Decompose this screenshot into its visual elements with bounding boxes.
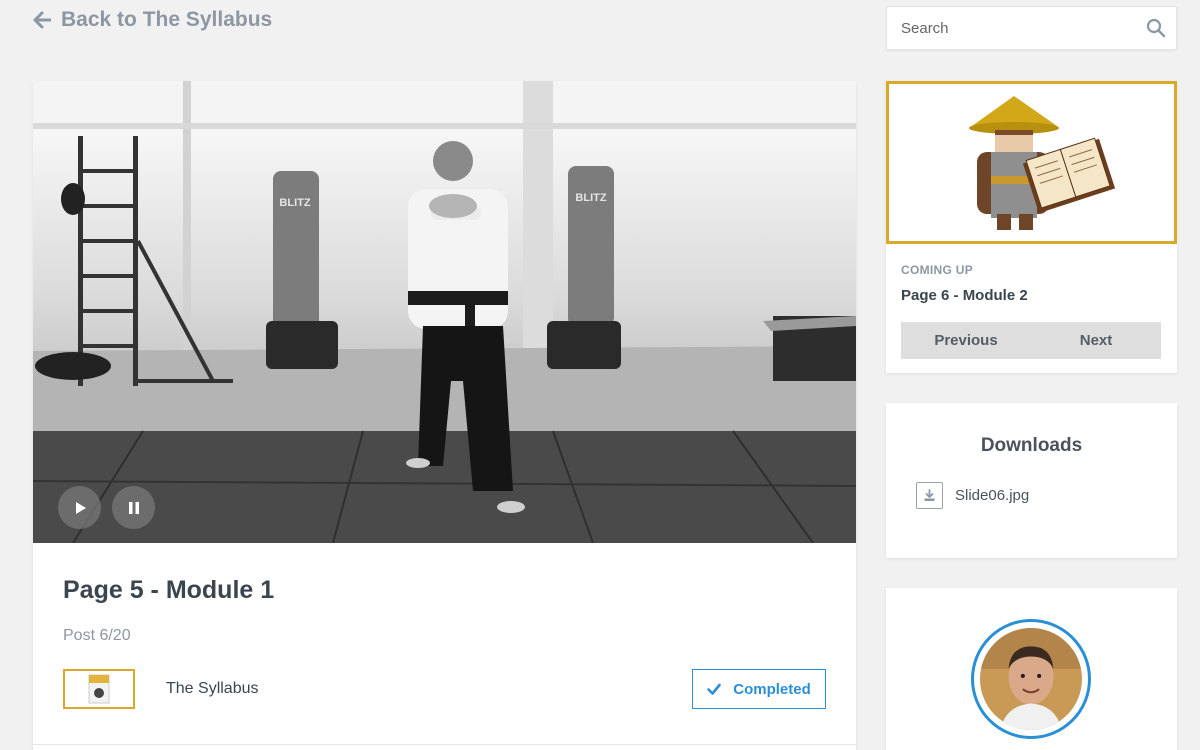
- author-card: [886, 588, 1177, 750]
- course-row: The Syllabus Completed: [63, 669, 826, 709]
- search-box: [886, 6, 1177, 50]
- bag-brand-left: BLITZ: [279, 197, 310, 209]
- completed-label: Completed: [733, 680, 811, 698]
- avatar-photo: [980, 628, 1082, 730]
- lesson-card: BLITZ BLITZ Page 5 - Module 1 Post 6/20 …: [33, 81, 856, 750]
- downloads-title: Downloads: [980, 435, 1083, 456]
- download-item[interactable]: Slide06.jpg: [916, 482, 1177, 509]
- back-link[interactable]: Back to The Syllabus: [33, 8, 272, 32]
- download-file-name: Slide06.jpg: [955, 487, 1030, 504]
- play-button[interactable]: [58, 486, 101, 529]
- search-icon[interactable]: [1146, 18, 1166, 38]
- video-player[interactable]: BLITZ BLITZ: [33, 81, 856, 543]
- page-title: Page 5 - Module 1: [63, 576, 275, 604]
- post-navigation: Previous Next: [901, 322, 1161, 359]
- post-info: Page 5 - Module 1 Post 6/20 The Syllabus…: [33, 576, 856, 709]
- next-button[interactable]: Next: [1031, 322, 1161, 359]
- course-thumbnail-image: [88, 674, 110, 704]
- arrow-left-icon: [33, 11, 51, 29]
- coming-up-title[interactable]: Page 6 - Module 2: [901, 287, 1177, 304]
- previous-button[interactable]: Previous: [901, 322, 1031, 359]
- pause-button[interactable]: [112, 486, 155, 529]
- check-icon: [707, 683, 722, 695]
- course-name[interactable]: The Syllabus: [166, 680, 259, 698]
- pause-icon: [128, 501, 139, 514]
- avatar[interactable]: [971, 619, 1091, 739]
- download-icon: [916, 482, 943, 509]
- divider: [33, 744, 856, 745]
- completed-button[interactable]: Completed: [692, 669, 826, 709]
- coming-up-thumbnail[interactable]: [886, 81, 1177, 244]
- monk-with-book-illustration: [968, 95, 1115, 230]
- bag-brand-right: BLITZ: [575, 192, 606, 204]
- coming-up-card: COMING UP Page 6 - Module 2 Previous Nex…: [886, 81, 1177, 373]
- post-count: Post 6/20: [63, 627, 131, 644]
- play-icon: [75, 501, 86, 514]
- coming-up-label: COMING UP: [901, 263, 974, 277]
- course-thumbnail[interactable]: [63, 669, 135, 709]
- video-controls: [58, 486, 155, 529]
- back-link-label: Back to The Syllabus: [61, 8, 273, 31]
- video-frame: BLITZ BLITZ: [33, 81, 856, 543]
- search-input[interactable]: [901, 19, 1146, 37]
- downloads-card: Downloads Slide06.jpg: [886, 403, 1177, 558]
